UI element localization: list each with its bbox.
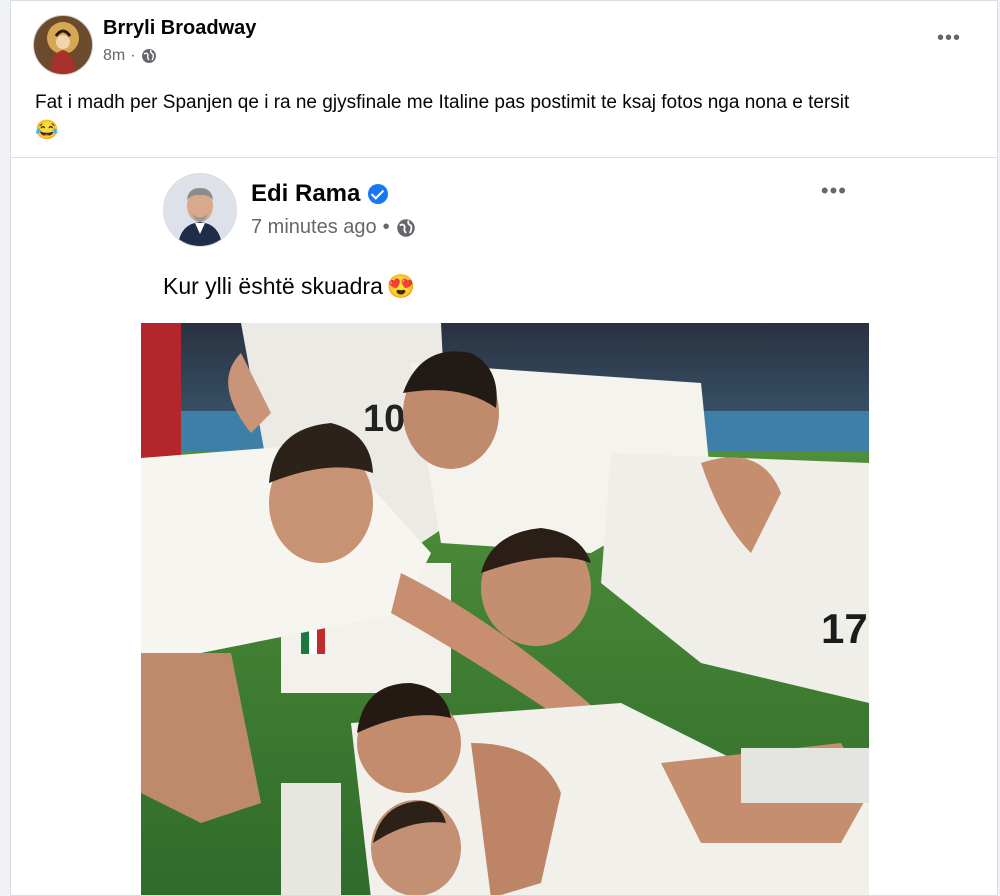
team-celebration-photo: 10 17	[141, 323, 869, 895]
post-card: Brryli Broadway 8m · ••• Fat i madh per …	[10, 0, 998, 896]
shared-post-meta: 7 minutes ago •	[251, 216, 416, 239]
globe-icon	[396, 218, 415, 237]
shared-author-avatar	[163, 173, 237, 247]
more-options-icon: •••	[820, 178, 847, 203]
shared-timestamp: 7 minutes ago	[251, 216, 377, 238]
svg-text:10: 10	[363, 398, 405, 440]
shared-post-text: Kur ylli është skuadra	[163, 273, 383, 299]
shared-post-text-row: Kur ylli është skuadra 😍	[163, 273, 416, 300]
post-text-block: Fat i madh per Spanjen qe i ra ne gjysfi…	[35, 89, 985, 145]
meta-separator: •	[382, 216, 390, 238]
avatar-image	[164, 174, 236, 246]
globe-icon[interactable]	[141, 48, 157, 64]
post-meta: 8m ·	[103, 47, 157, 65]
post-text: Fat i madh per Spanjen qe i ra ne gjysfi…	[35, 92, 850, 113]
shared-author-row: Edi Rama	[251, 180, 389, 208]
post-timestamp[interactable]: 8m	[103, 47, 125, 65]
svg-text:17: 17	[821, 605, 868, 652]
more-options-icon[interactable]: •••	[937, 27, 961, 50]
laughing-emoji: 😂	[35, 120, 59, 141]
meta-separator: ·	[130, 47, 136, 64]
verified-badge-icon	[368, 184, 389, 204]
photo-illustration: 10 17	[141, 323, 869, 895]
shared-author-name: Edi Rama	[251, 180, 361, 207]
post-author-name[interactable]: Brryli Broadway	[103, 17, 256, 40]
shared-post-screenshot[interactable]: Edi Rama 7 minutes ago • ••• Kur ylli ës…	[141, 158, 869, 895]
heart-eyes-emoji: 😍	[386, 273, 416, 299]
author-avatar[interactable]	[33, 15, 93, 75]
avatar-image	[34, 16, 92, 74]
